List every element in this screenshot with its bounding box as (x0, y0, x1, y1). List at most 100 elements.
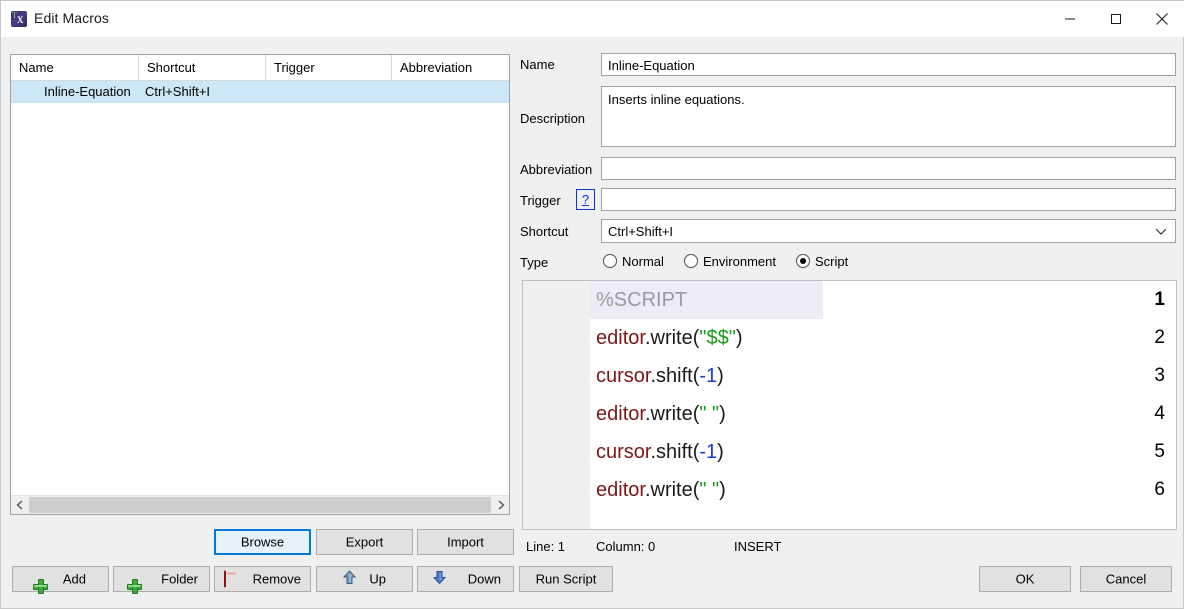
code-line[interactable]: 6 editor.write(" ") (523, 471, 1176, 509)
code-token: editor (596, 327, 645, 349)
import-button[interactable]: Import (417, 529, 514, 555)
line-number: 5 (1154, 441, 1165, 462)
window-title: Edit Macros (34, 10, 110, 26)
code-token: .shift( (650, 365, 700, 387)
abbreviation-field[interactable] (601, 157, 1176, 180)
radio-label-environment: Environment (703, 254, 776, 269)
minimize-button[interactable] (1047, 1, 1093, 37)
code-token: .write( (644, 479, 700, 501)
name-field[interactable]: Inline-Equation (601, 53, 1176, 76)
radio-indicator (684, 254, 698, 268)
edit-macros-dialog: TX Edit Macros Name Shortcut Trigger Abb… (0, 0, 1184, 609)
code-token: editor (596, 479, 645, 501)
line-number: 1 (1154, 289, 1165, 310)
cancel-button[interactable]: Cancel (1080, 566, 1172, 592)
run-script-label: Run Script (535, 571, 597, 587)
scrollbar-thumb[interactable] (29, 497, 491, 513)
code-token: ) (719, 403, 726, 425)
code-line[interactable]: 1 %SCRIPT (523, 281, 1176, 319)
code-text: editor.write(" ") (596, 471, 726, 509)
title-bar: TX Edit Macros (1, 1, 1184, 37)
trigger-label: Trigger (520, 193, 561, 208)
column-header-shortcut[interactable]: Shortcut (139, 55, 266, 80)
app-icon: TX (11, 11, 27, 27)
code-line[interactable]: 4 editor.write(" ") (523, 395, 1176, 433)
code-token: .write( (644, 327, 700, 349)
close-button[interactable] (1139, 1, 1184, 37)
script-editor[interactable]: 1 %SCRIPT 2 editor.write("$$") 3 cursor.shift… (522, 280, 1177, 530)
code-token: %SCRIPT (596, 289, 688, 311)
cancel-label: Cancel (1105, 571, 1147, 587)
remove-button[interactable]: Remove (214, 566, 311, 592)
shortcut-label: Shortcut (520, 224, 569, 239)
radio-indicator (603, 254, 617, 268)
chevron-left-icon[interactable] (11, 496, 28, 514)
export-button[interactable]: Export (316, 529, 413, 555)
radio-label-script: Script (815, 254, 849, 269)
macro-list[interactable]: Name Shortcut Trigger Abbreviation Inlin… (10, 54, 510, 515)
code-text: editor.write("$$") (596, 319, 743, 357)
run-script-button[interactable]: Run Script (519, 566, 613, 592)
code-token: .shift( (650, 441, 700, 463)
code-token: .write( (644, 403, 700, 425)
folder-label: Folder (161, 571, 198, 587)
minus-icon (224, 570, 236, 588)
description-value: Inserts inline equations. (608, 92, 745, 107)
ok-label: OK (1015, 571, 1035, 587)
status-mode: INSERT (734, 539, 782, 554)
code-line[interactable]: 2 editor.write("$$") (523, 319, 1176, 357)
code-text: cursor.shift(-1) (596, 357, 724, 395)
maximize-button[interactable] (1093, 1, 1139, 37)
description-field[interactable]: Inserts inline equations. (601, 86, 1176, 147)
browse-label: Browse (240, 534, 285, 550)
trigger-field[interactable] (601, 188, 1176, 211)
shortcut-value: Ctrl+Shift+I (608, 224, 674, 239)
line-number: 4 (1154, 403, 1165, 424)
down-label: Down (467, 571, 501, 587)
arrow-down-icon (432, 570, 447, 588)
horizontal-scrollbar[interactable] (11, 495, 509, 514)
code-text: %SCRIPT (596, 281, 687, 319)
column-header-name[interactable]: Name (11, 55, 139, 80)
line-number: 3 (1154, 365, 1165, 386)
folder-button[interactable]: Folder (113, 566, 210, 594)
shortcut-dropdown[interactable]: Ctrl+Shift+I (601, 219, 1176, 243)
code-token: ) (717, 441, 724, 463)
add-label: Add (62, 571, 86, 587)
code-token: editor (596, 403, 645, 425)
code-token: cursor (596, 365, 651, 387)
column-header-trigger[interactable]: Trigger (266, 55, 392, 80)
browse-button[interactable]: Browse (214, 529, 311, 555)
table-row[interactable]: Inline-Equation Ctrl+Shift+I (11, 81, 509, 103)
description-label: Description (520, 111, 586, 126)
add-button[interactable]: Add (12, 566, 109, 594)
line-number: 2 (1154, 327, 1165, 348)
code-text: cursor.shift(-1) (596, 433, 724, 471)
code-text: editor.write(" ") (596, 395, 726, 433)
remove-label: Remove (252, 571, 301, 587)
code-line[interactable]: 3 cursor.shift(-1) (523, 357, 1176, 395)
trigger-help-button[interactable]: ? (576, 189, 595, 210)
move-up-button[interactable]: Up (316, 566, 413, 592)
chevron-right-icon[interactable] (492, 496, 509, 514)
question-mark-icon: ? (581, 192, 590, 207)
radio-label-normal: Normal (622, 254, 664, 269)
up-label: Up (369, 571, 386, 587)
column-header-abbreviation[interactable]: Abbreviation (392, 55, 509, 80)
ok-button[interactable]: OK (979, 566, 1071, 592)
code-token: ) (717, 365, 724, 387)
code-token: -1 (699, 441, 718, 463)
move-down-button[interactable]: Down (417, 566, 514, 592)
code-token: " " (699, 403, 720, 425)
line-number: 6 (1154, 479, 1165, 500)
code-token: "$$" (699, 327, 736, 349)
code-token: -1 (699, 365, 718, 387)
status-line: Line: 1 (526, 539, 566, 554)
code-token: " " (699, 479, 720, 501)
abbreviation-label: Abbreviation (520, 162, 593, 177)
cell-shortcut: Ctrl+Shift+I (145, 84, 211, 99)
arrow-up-icon (342, 570, 357, 588)
code-line[interactable]: 5 cursor.shift(-1) (523, 433, 1176, 471)
editor-status-bar: Line: 1 Column: 0 INSERT (522, 536, 1177, 558)
type-label: Type (520, 255, 549, 270)
